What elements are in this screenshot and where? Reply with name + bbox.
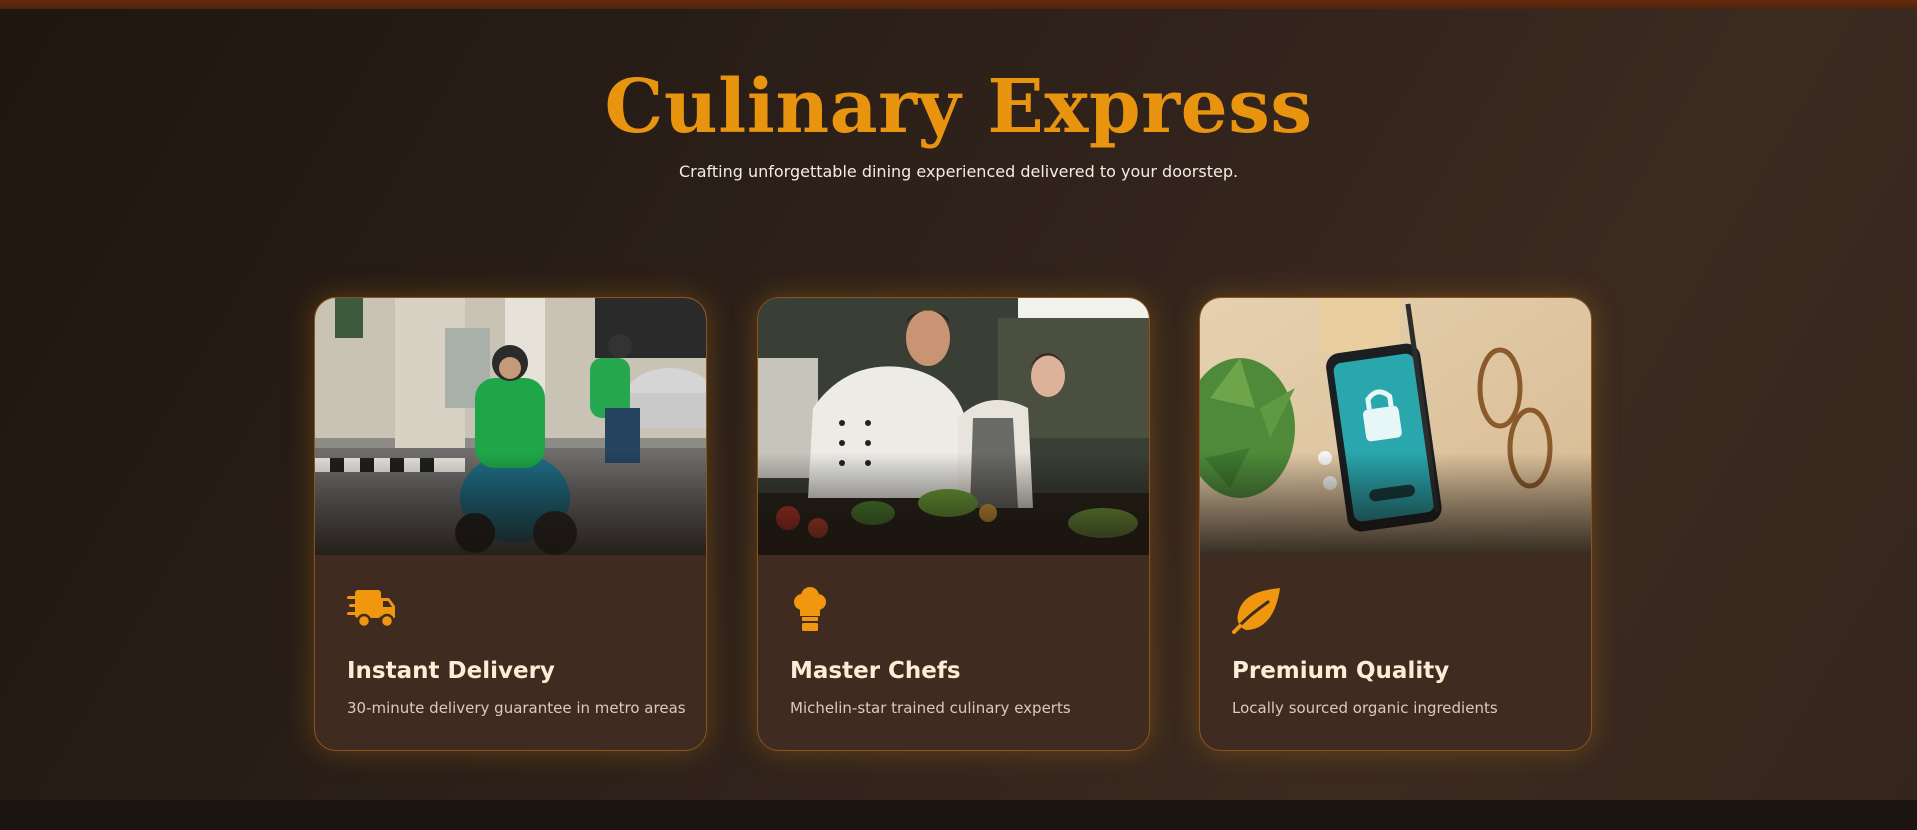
chefs-cooking-photo <box>758 298 1149 555</box>
footer-band <box>0 800 1917 830</box>
feature-description: Locally sourced organic ingredients <box>1232 699 1498 717</box>
feature-description: Michelin-star trained culinary experts <box>790 699 1071 717</box>
chef-hat-icon <box>790 586 842 634</box>
page-title: Culinary Express <box>604 64 1313 150</box>
top-accent-strip <box>0 0 1917 9</box>
feature-card-instant-delivery: Instant Delivery 30-minute delivery guar… <box>314 297 707 751</box>
delivery-truck-icon <box>347 586 399 634</box>
delivery-riders-photo <box>315 298 706 555</box>
feature-title: Premium Quality <box>1232 658 1450 684</box>
feature-card-premium-quality: Premium Quality Locally sourced organic … <box>1199 297 1592 751</box>
feature-title: Master Chefs <box>790 658 961 684</box>
phone-on-desk-photo <box>1200 298 1591 555</box>
feature-card-master-chefs: Master Chefs Michelin-star trained culin… <box>757 297 1150 751</box>
leaf-icon <box>1232 586 1284 634</box>
feature-title: Instant Delivery <box>347 658 555 684</box>
page-subtitle: Crafting unforgettable dining experience… <box>678 162 1239 181</box>
feature-description: 30-minute delivery guarantee in metro ar… <box>347 699 686 717</box>
